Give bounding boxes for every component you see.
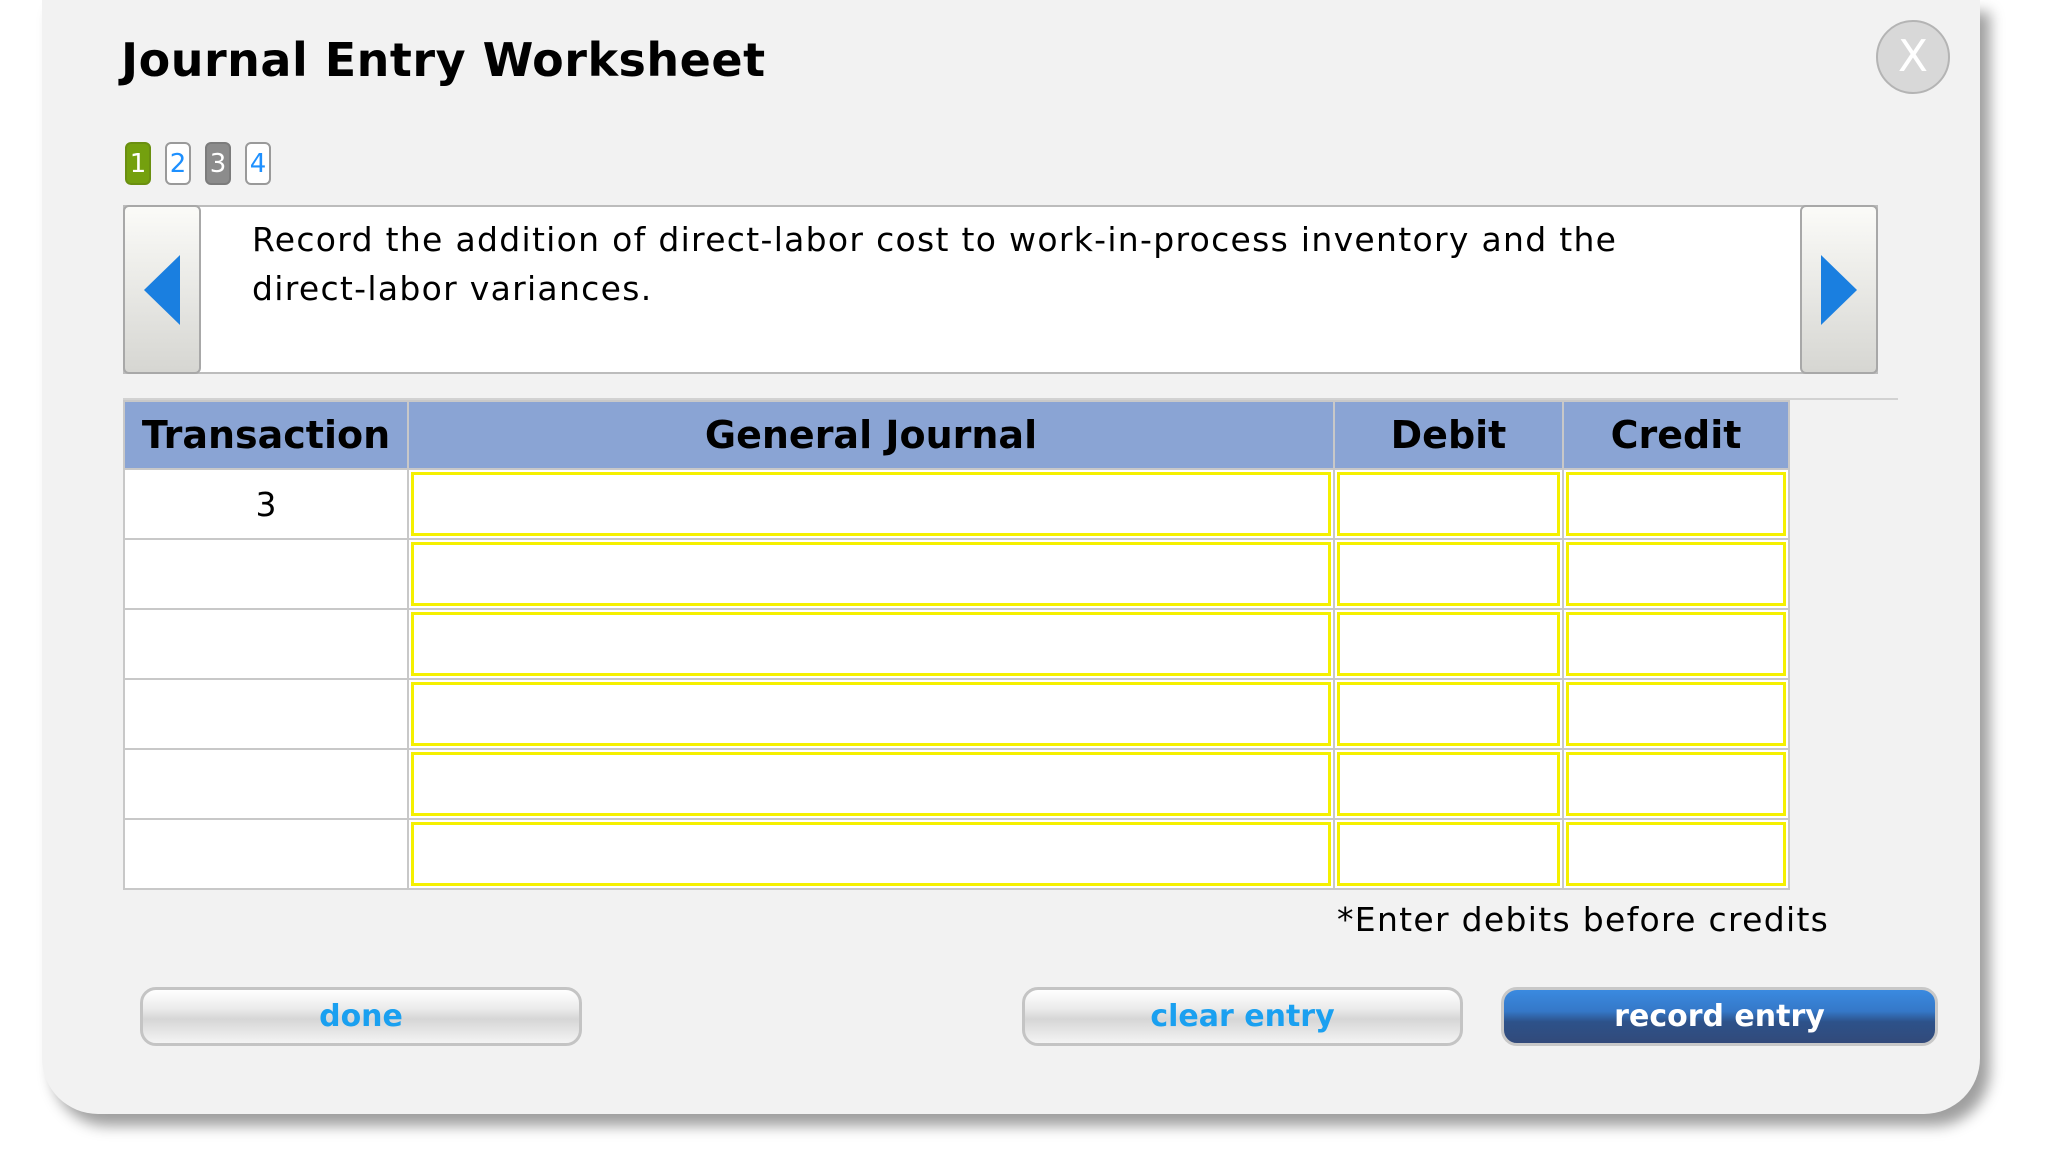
account-input[interactable] (411, 612, 1331, 676)
account-input[interactable] (411, 752, 1331, 816)
credit-input[interactable] (1566, 752, 1786, 816)
table-row (123, 538, 1790, 610)
instruction-panel: Record the addition of direct-labor cost… (123, 205, 1878, 374)
debit-input[interactable] (1337, 472, 1560, 536)
table-row (123, 818, 1790, 890)
table-row (123, 678, 1790, 750)
tab-transaction-2[interactable]: 2 (165, 142, 191, 185)
tab-transaction-4[interactable]: 4 (245, 142, 271, 185)
journal-table: Transaction General Journal Debit Credit… (123, 400, 1790, 890)
transaction-cell: 3 (123, 468, 409, 540)
column-header-general-journal: General Journal (407, 400, 1335, 470)
account-input[interactable] (411, 822, 1331, 886)
credit-input[interactable] (1566, 472, 1786, 536)
table-row (123, 748, 1790, 820)
column-header-transaction: Transaction (123, 400, 409, 470)
credit-input[interactable] (1566, 612, 1786, 676)
triangle-right-icon (1821, 254, 1857, 325)
transaction-tabs: 1 2 3 4 (125, 142, 271, 185)
clear-entry-button[interactable]: clear entry (1022, 987, 1463, 1046)
journal-entry-dialog: Journal Entry Worksheet X 1 2 3 4 Record… (42, 0, 1980, 1114)
dialog-title: Journal Entry Worksheet (121, 33, 766, 87)
debit-input[interactable] (1337, 682, 1560, 746)
table-header-row: Transaction General Journal Debit Credit (123, 400, 1790, 470)
next-button[interactable] (1800, 205, 1878, 374)
transaction-cell (123, 538, 409, 610)
debit-input[interactable] (1337, 612, 1560, 676)
debit-input[interactable] (1337, 752, 1560, 816)
column-header-debit: Debit (1333, 400, 1564, 470)
column-header-credit: Credit (1562, 400, 1790, 470)
debit-input[interactable] (1337, 822, 1560, 886)
tab-transaction-3[interactable]: 3 (205, 142, 231, 185)
credit-input[interactable] (1566, 822, 1786, 886)
record-entry-button[interactable]: record entry (1501, 987, 1938, 1046)
account-input[interactable] (411, 472, 1331, 536)
debit-input[interactable] (1337, 542, 1560, 606)
close-icon: X (1897, 31, 1929, 82)
account-input[interactable] (411, 682, 1331, 746)
triangle-left-icon (144, 254, 180, 325)
table-row: 3 (123, 468, 1790, 540)
transaction-cell (123, 608, 409, 680)
credit-input[interactable] (1566, 682, 1786, 746)
close-button[interactable]: X (1876, 20, 1950, 94)
tab-transaction-1[interactable]: 1 (125, 142, 151, 185)
transaction-cell (123, 818, 409, 890)
transaction-cell (123, 748, 409, 820)
previous-button[interactable] (123, 205, 201, 374)
account-input[interactable] (411, 542, 1331, 606)
credit-input[interactable] (1566, 542, 1786, 606)
instruction-text: Record the addition of direct-labor cost… (252, 220, 1618, 308)
table-row (123, 608, 1790, 680)
done-button[interactable]: done (140, 987, 582, 1046)
debits-before-credits-note: *Enter debits before credits (1337, 900, 1830, 939)
transaction-cell (123, 678, 409, 750)
